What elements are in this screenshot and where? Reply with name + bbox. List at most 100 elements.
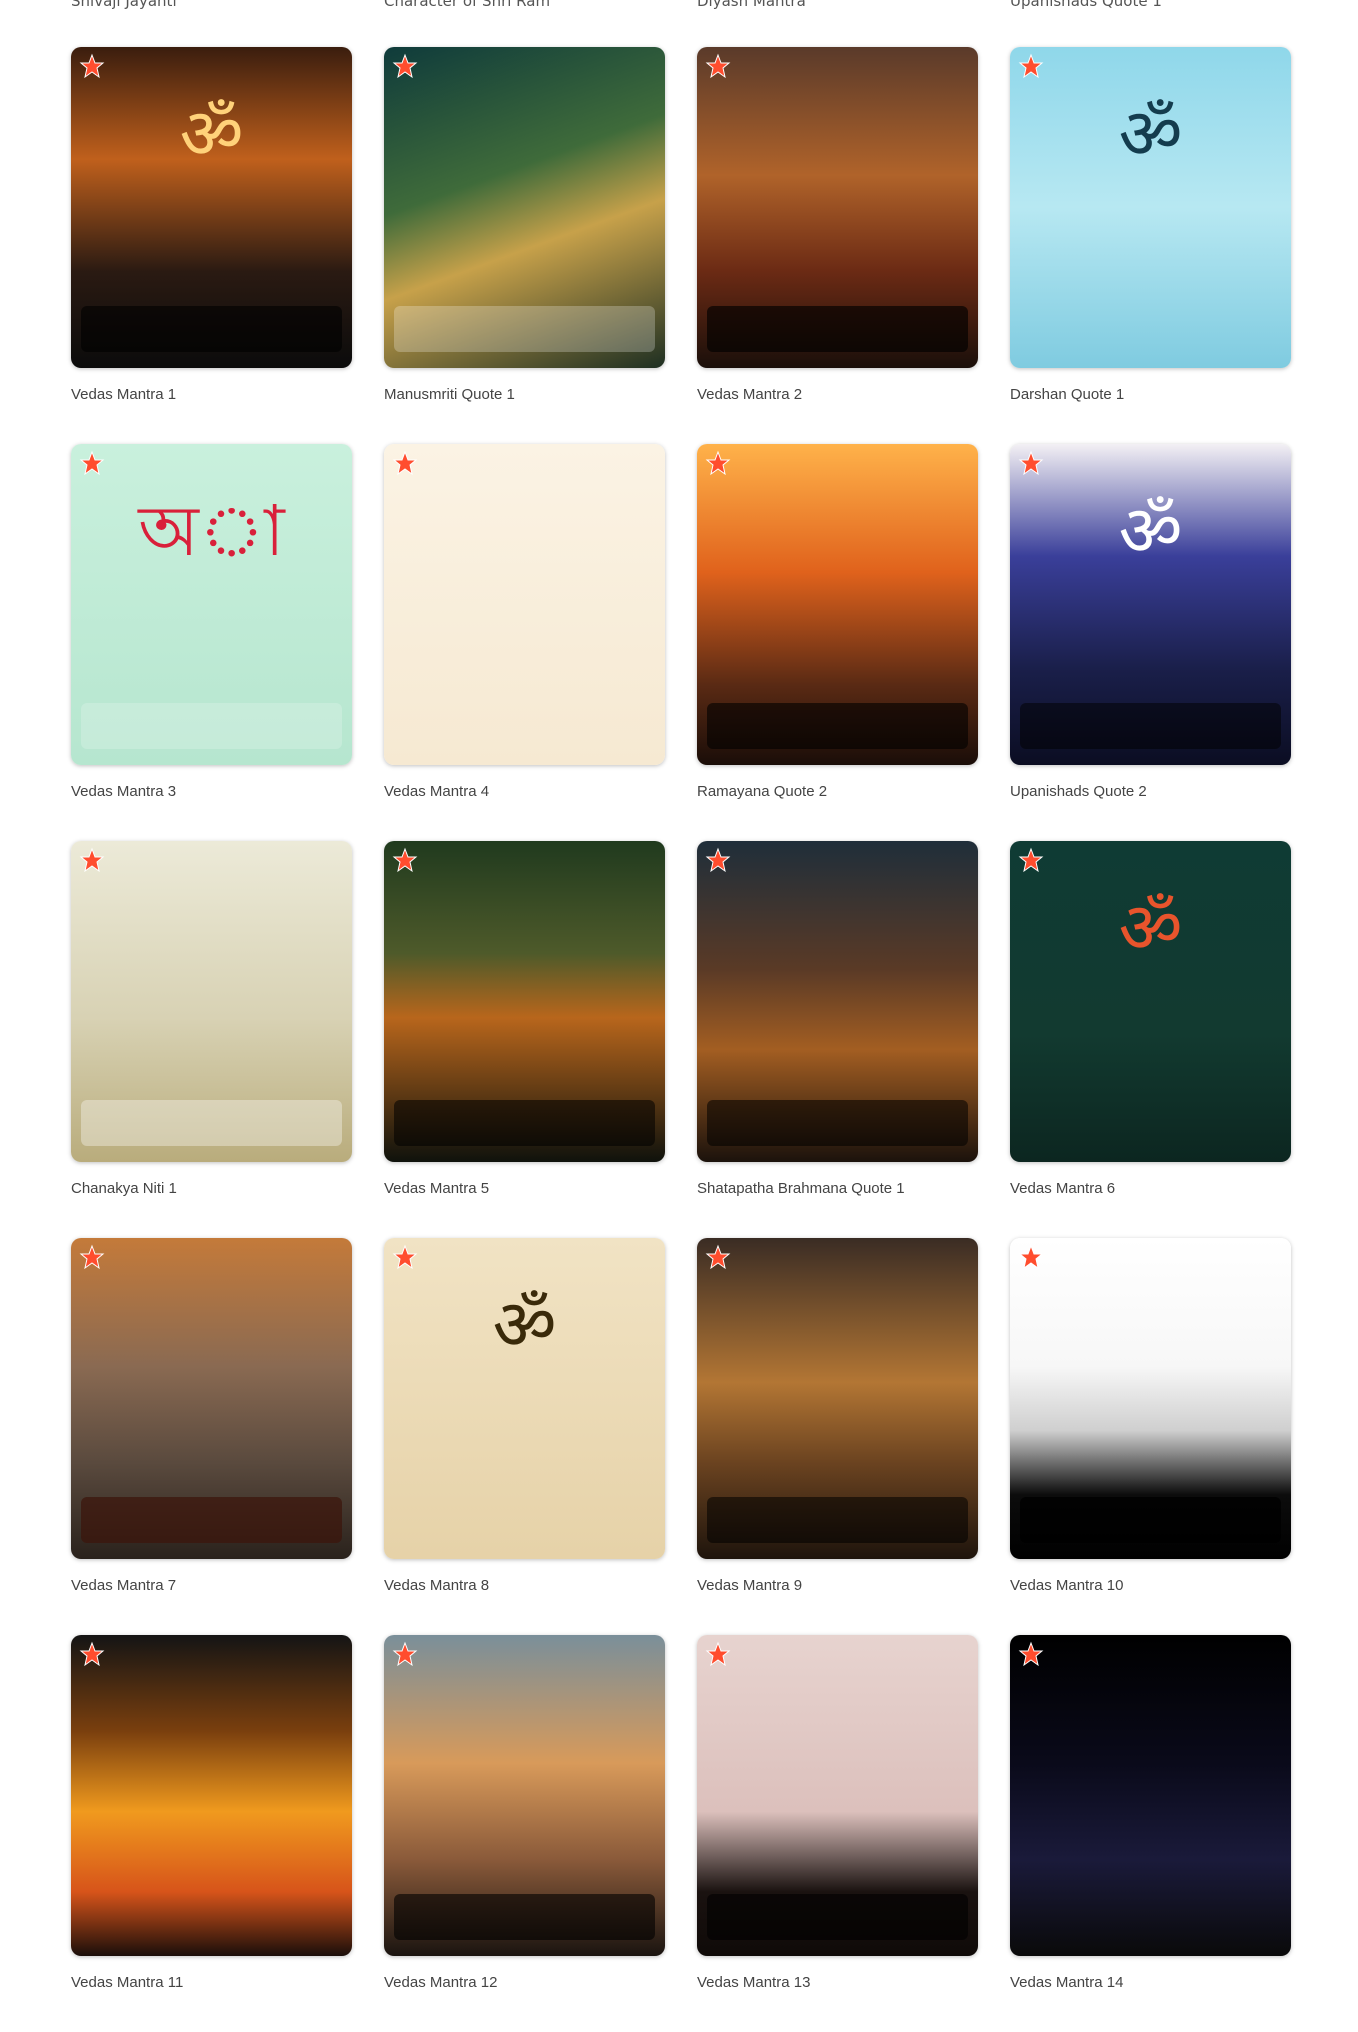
card-thumbnail[interactable] — [1010, 1238, 1291, 1559]
card-title[interactable]: Ramayana Quote 2 — [697, 783, 978, 800]
gallery-card[interactable]: Vedas Mantra 4 — [384, 444, 665, 841]
card-title[interactable]: Vedas Mantra 10 — [1010, 1577, 1291, 1594]
quote-overlay — [81, 703, 342, 749]
card-title[interactable]: Vedas Mantra 1 — [71, 386, 352, 403]
card-title[interactable]: Character of Shri Ram — [384, 0, 550, 10]
gallery-card[interactable]: Vedas Mantra 7 — [71, 1238, 352, 1635]
gallery-card[interactable]: ॐ Upanishads Quote 2 — [1010, 444, 1291, 841]
quote-overlay — [1020, 306, 1281, 352]
card-title[interactable]: Chanakya Niti 1 — [71, 1180, 352, 1197]
gallery-card[interactable]: Vedas Mantra 5 — [384, 841, 665, 1238]
gallery-card[interactable]: ॐ Vedas Mantra 1 — [71, 47, 352, 444]
gallery-card[interactable]: Vedas Mantra 9 — [697, 1238, 978, 1635]
card-title[interactable]: Upanishads Quote 1 — [1010, 0, 1162, 10]
card-thumbnail[interactable] — [71, 841, 352, 1162]
quote-overlay — [394, 1894, 655, 1940]
card-title[interactable]: Darshan Quote 1 — [1010, 386, 1291, 403]
quote-overlay — [707, 1894, 968, 1940]
card-thumbnail[interactable] — [1010, 1635, 1291, 1956]
card-thumbnail[interactable]: ॐ — [1010, 47, 1291, 368]
logo-icon — [1018, 450, 1044, 476]
gallery-card[interactable]: Vedas Mantra 11 — [71, 1635, 352, 2032]
quote-overlay — [81, 306, 342, 352]
gallery-card[interactable]: Vedas Mantra 2 — [697, 47, 978, 444]
gallery-card[interactable]: Ramayana Quote 2 — [697, 444, 978, 841]
gallery-card[interactable]: ॐ Vedas Mantra 8 — [384, 1238, 665, 1635]
card-thumbnail[interactable] — [697, 1635, 978, 1956]
card-thumbnail[interactable] — [697, 1238, 978, 1559]
card-thumbnail[interactable] — [384, 444, 665, 765]
card-thumbnail[interactable]: ॐ — [1010, 841, 1291, 1162]
card-thumbnail[interactable] — [697, 47, 978, 368]
card-title[interactable]: Vedas Mantra 12 — [384, 1974, 665, 1991]
card-thumbnail[interactable] — [697, 444, 978, 765]
card-thumbnail[interactable] — [384, 47, 665, 368]
symbol-icon: ॐ — [1118, 887, 1183, 969]
card-thumbnail[interactable]: অা — [71, 444, 352, 765]
card-thumbnail[interactable] — [384, 841, 665, 1162]
card-thumbnail[interactable]: ॐ — [71, 47, 352, 368]
quote-overlay — [1020, 1894, 1281, 1940]
gallery-grid: ॐ Vedas Mantra 1 Manusmriti Quote 1 Veda… — [71, 47, 1293, 2032]
card-title[interactable]: Vedas Mantra 9 — [697, 1577, 978, 1594]
gallery-card[interactable]: অা Vedas Mantra 3 — [71, 444, 352, 841]
symbol-icon: ॐ — [1118, 93, 1183, 175]
card-title[interactable]: Vedas Mantra 8 — [384, 1577, 665, 1594]
quote-overlay — [1020, 1100, 1281, 1146]
card-title[interactable]: Manusmriti Quote 1 — [384, 386, 665, 403]
card-title[interactable]: Vedas Mantra 6 — [1010, 1180, 1291, 1197]
logo-icon — [79, 1244, 105, 1270]
card-thumbnail[interactable] — [71, 1238, 352, 1559]
logo-icon — [79, 1641, 105, 1667]
quote-overlay — [707, 1497, 968, 1543]
symbol-icon: ॐ — [179, 93, 244, 175]
gallery-card[interactable]: ॐ Vedas Mantra 6 — [1010, 841, 1291, 1238]
logo-icon — [705, 1641, 731, 1667]
logo-icon — [705, 450, 731, 476]
card-thumbnail[interactable] — [71, 1635, 352, 1956]
card-title[interactable]: Vedas Mantra 2 — [697, 386, 978, 403]
card-title[interactable]: Vedas Mantra 4 — [384, 783, 665, 800]
card-title[interactable]: Diyash Mantra — [697, 0, 806, 10]
logo-icon — [392, 53, 418, 79]
gallery-card[interactable]: Chanakya Niti 1 — [71, 841, 352, 1238]
quote-overlay — [1020, 703, 1281, 749]
card-thumbnail[interactable] — [697, 841, 978, 1162]
card-title[interactable]: Vedas Mantra 11 — [71, 1974, 352, 1991]
logo-icon — [1018, 1641, 1044, 1667]
gallery-card[interactable]: Vedas Mantra 12 — [384, 1635, 665, 2032]
quote-overlay — [81, 1497, 342, 1543]
logo-icon — [1018, 1244, 1044, 1270]
quote-overlay — [707, 1100, 968, 1146]
quote-overlay — [394, 1100, 655, 1146]
gallery-card[interactable]: Vedas Mantra 14 — [1010, 1635, 1291, 2032]
symbol-icon: ॐ — [492, 1284, 557, 1366]
logo-icon — [392, 1641, 418, 1667]
card-title[interactable]: Vedas Mantra 7 — [71, 1577, 352, 1594]
card-title[interactable]: Shivaji Jayanti — [71, 0, 177, 10]
gallery-card[interactable]: Shatapatha Brahmana Quote 1 — [697, 841, 978, 1238]
logo-icon — [1018, 53, 1044, 79]
quote-overlay — [707, 306, 968, 352]
card-thumbnail[interactable]: ॐ — [384, 1238, 665, 1559]
quote-overlay — [81, 1894, 342, 1940]
card-title[interactable]: Vedas Mantra 5 — [384, 1180, 665, 1197]
symbol-icon: অা — [138, 490, 285, 572]
card-title[interactable]: Vedas Mantra 3 — [71, 783, 352, 800]
card-title[interactable]: Vedas Mantra 13 — [697, 1974, 978, 1991]
logo-icon — [392, 450, 418, 476]
card-title[interactable]: Upanishads Quote 2 — [1010, 783, 1291, 800]
gallery-card[interactable]: Vedas Mantra 13 — [697, 1635, 978, 2032]
card-thumbnail[interactable]: ॐ — [1010, 444, 1291, 765]
card-title[interactable]: Vedas Mantra 14 — [1010, 1974, 1291, 1991]
card-thumbnail[interactable] — [384, 1635, 665, 1956]
gallery-card[interactable]: Manusmriti Quote 1 — [384, 47, 665, 444]
card-title[interactable]: Shatapatha Brahmana Quote 1 — [697, 1180, 978, 1197]
logo-icon — [392, 847, 418, 873]
gallery-card[interactable]: ॐ Darshan Quote 1 — [1010, 47, 1291, 444]
quote-overlay — [394, 703, 655, 749]
gallery-card[interactable]: Vedas Mantra 10 — [1010, 1238, 1291, 1635]
logo-icon — [79, 53, 105, 79]
quote-overlay — [1020, 1497, 1281, 1543]
quote-overlay — [394, 306, 655, 352]
